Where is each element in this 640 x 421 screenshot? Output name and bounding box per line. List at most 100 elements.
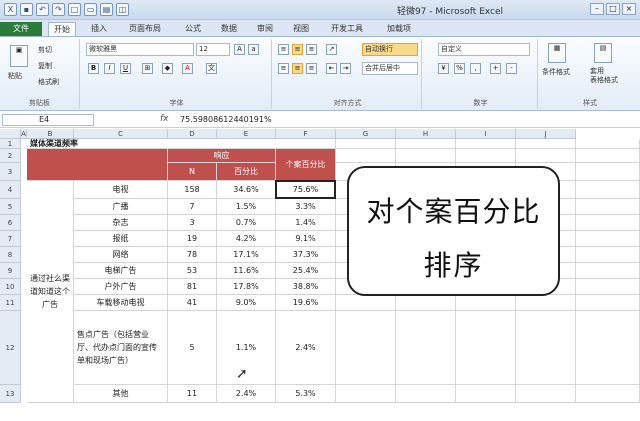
empty-cell[interactable] — [576, 311, 640, 385]
item-n-cell[interactable]: 11 — [168, 385, 217, 403]
item-n-cell[interactable]: 19 — [168, 231, 217, 247]
item-case-pct-cell[interactable]: 75.6% — [276, 181, 336, 199]
number-format-select[interactable]: 自定义 — [438, 43, 530, 56]
item-n-cell[interactable]: 3 — [168, 215, 217, 231]
formula-input[interactable]: 75.59808612440191% — [180, 114, 272, 126]
column-header-J[interactable]: J — [516, 129, 576, 139]
empty-cell[interactable] — [456, 139, 516, 149]
header-case-pct-cell[interactable]: 个案百分比 — [276, 149, 336, 181]
table-format-icon[interactable]: ▤ — [594, 43, 612, 63]
empty-cell[interactable] — [576, 149, 640, 163]
row-header-2[interactable]: 2 — [0, 149, 21, 163]
item-name-cell[interactable]: 售点广告（包括营业厅、代办点门面的宣传单和现场广告） — [74, 311, 168, 385]
fill-color-icon[interactable]: ◆ — [162, 63, 173, 74]
empty-cell[interactable] — [576, 385, 640, 403]
header-response-cell[interactable]: 响应 — [168, 149, 276, 163]
item-n-cell[interactable]: 41 — [168, 295, 217, 311]
empty-cell[interactable] — [336, 149, 396, 163]
row-header-3[interactable]: 3 — [0, 163, 21, 181]
item-pct-cell[interactable]: 17.8% — [217, 279, 276, 295]
empty-cell[interactable] — [576, 247, 640, 263]
item-case-pct-cell[interactable]: 2.4% — [276, 311, 336, 385]
tab-file[interactable]: 文件 — [0, 22, 42, 36]
item-pct-cell[interactable]: 9.0% — [217, 295, 276, 311]
item-name-cell[interactable]: 电视 — [74, 181, 168, 199]
comma-icon[interactable]: , — [470, 63, 481, 74]
empty-cell[interactable] — [516, 385, 576, 403]
percent-icon[interactable]: % — [454, 63, 465, 74]
empty-cell[interactable] — [396, 139, 456, 149]
close-icon[interactable]: × — [622, 3, 636, 15]
item-name-cell[interactable]: 网络 — [74, 247, 168, 263]
increase-decimal-icon[interactable]: + — [490, 63, 501, 74]
align-left-icon[interactable]: ≡ — [278, 63, 289, 74]
item-case-pct-cell[interactable]: 25.4% — [276, 263, 336, 279]
row-header-13[interactable]: 13 — [0, 385, 21, 403]
column-header-B[interactable]: B — [27, 129, 74, 139]
row-header-7[interactable]: 7 — [0, 231, 21, 247]
decrease-indent-icon[interactable]: ⇤ — [326, 63, 337, 74]
font-size-select[interactable]: 12 — [196, 43, 230, 56]
font-color-icon[interactable]: A — [182, 63, 193, 74]
item-n-cell[interactable]: 7 — [168, 199, 217, 215]
item-name-cell[interactable]: 户外广告 — [74, 279, 168, 295]
empty-cell[interactable] — [516, 149, 576, 163]
fx-icon[interactable]: fx — [160, 114, 169, 124]
empty-cell[interactable] — [516, 139, 576, 149]
phonetic-icon[interactable]: 文 — [206, 63, 217, 74]
item-name-cell[interactable]: 广播 — [74, 199, 168, 215]
empty-cell[interactable] — [336, 385, 396, 403]
conditional-format-icon[interactable]: ▦ — [548, 43, 566, 63]
merge-center-button[interactable]: 合并后居中 — [362, 62, 418, 75]
empty-cell[interactable] — [396, 385, 456, 403]
empty-cell[interactable] — [516, 311, 576, 385]
item-name-cell[interactable]: 杂志 — [74, 215, 168, 231]
empty-cell[interactable] — [576, 139, 640, 149]
item-case-pct-cell[interactable]: 19.6% — [276, 295, 336, 311]
column-header-H[interactable]: H — [396, 129, 456, 139]
header-pct-cell[interactable]: 百分比 — [217, 163, 276, 181]
item-name-cell[interactable]: 其他 — [74, 385, 168, 403]
empty-cell[interactable] — [396, 295, 456, 311]
tab-addins[interactable]: 加载项 — [382, 22, 416, 36]
row-header-4[interactable]: 4 — [0, 181, 21, 199]
item-case-pct-cell[interactable]: 38.8% — [276, 279, 336, 295]
print-icon[interactable]: ▤ — [100, 3, 113, 16]
align-center-icon[interactable]: ≡ — [292, 63, 303, 74]
empty-cell[interactable] — [576, 163, 640, 181]
empty-cell[interactable] — [576, 215, 640, 231]
empty-cell[interactable] — [336, 311, 396, 385]
item-name-cell[interactable]: 车载移动电视 — [74, 295, 168, 311]
column-header-C[interactable]: C — [74, 129, 168, 139]
empty-cell[interactable] — [576, 295, 640, 311]
border-icon[interactable]: ⊞ — [142, 63, 153, 74]
empty-cell[interactable] — [456, 149, 516, 163]
copy-button[interactable]: 复制 — [38, 61, 52, 71]
align-right-icon[interactable]: ≡ — [306, 63, 317, 74]
tab-page-layout[interactable]: 页面布局 — [124, 22, 166, 36]
item-pct-cell[interactable]: 11.6% — [217, 263, 276, 279]
column-header-D[interactable]: D — [168, 129, 217, 139]
cut-button[interactable]: 剪切 — [38, 45, 52, 55]
empty-cell[interactable] — [396, 311, 456, 385]
empty-cell[interactable] — [456, 295, 516, 311]
item-pct-cell[interactable]: 4.2% — [217, 231, 276, 247]
empty-cell[interactable] — [336, 295, 396, 311]
preview-icon[interactable]: ◫ — [116, 3, 129, 16]
item-pct-cell[interactable]: 17.1% — [217, 247, 276, 263]
underline-icon[interactable]: U — [120, 63, 131, 74]
column-header-I[interactable]: I — [456, 129, 516, 139]
row-header-1[interactable]: 1 — [0, 139, 21, 149]
empty-cell[interactable] — [576, 279, 640, 295]
item-n-cell[interactable]: 158 — [168, 181, 217, 199]
orientation-icon[interactable]: ↗ — [326, 44, 337, 55]
row-header-11[interactable]: 11 — [0, 295, 21, 311]
paste-button[interactable]: 粘贴 — [8, 71, 22, 81]
format-painter-button[interactable]: 格式刷 — [38, 77, 59, 87]
item-n-cell[interactable]: 5 — [168, 311, 217, 385]
item-n-cell[interactable]: 78 — [168, 247, 217, 263]
header-blank-cell[interactable] — [27, 149, 168, 181]
item-name-cell[interactable]: 电梯广告 — [74, 263, 168, 279]
item-case-pct-cell[interactable]: 1.4% — [276, 215, 336, 231]
column-header-G[interactable]: G — [336, 129, 396, 139]
